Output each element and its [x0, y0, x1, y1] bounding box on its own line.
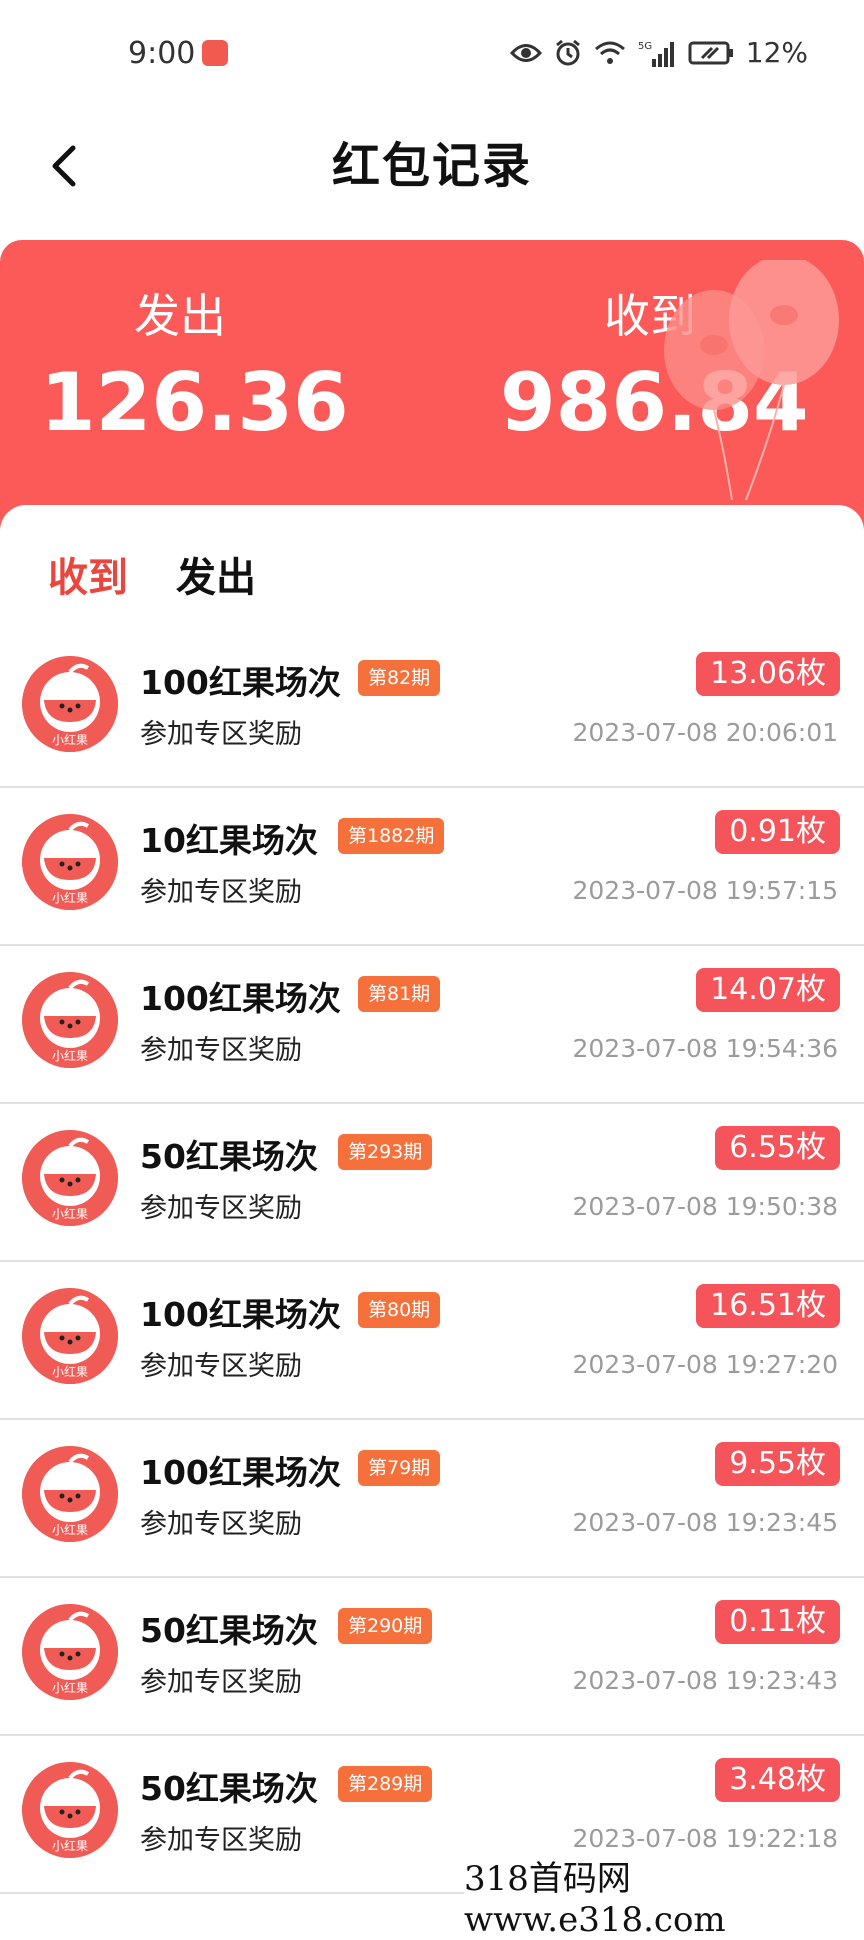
- watermelon-logo-icon: 小红果: [22, 1288, 118, 1384]
- amount-badge: 13.06枚: [696, 652, 840, 696]
- status-bar: 9:00 5G 12%: [0, 0, 864, 110]
- wifi-icon: [594, 41, 625, 64]
- avatar: 小红果: [22, 656, 118, 752]
- record-time: 2023-07-08 19:27:20: [572, 1350, 838, 1379]
- watermelon-logo-icon: 小红果: [22, 1604, 118, 1700]
- record-subtitle: 参加专区奖励: [140, 1351, 302, 1382]
- avatar-caption: 小红果: [52, 1364, 88, 1379]
- record-row[interactable]: 小红果 50红果场次 第290期 参加专区奖励 0.11枚 2023-07-08…: [0, 1578, 864, 1736]
- period-badge: 第293期: [338, 1134, 433, 1170]
- signal-icon: 5G: [638, 41, 674, 67]
- amount-badge: 16.51枚: [696, 1284, 840, 1328]
- avatar-caption: 小红果: [52, 1838, 88, 1853]
- avatar: 小红果: [22, 814, 118, 910]
- record-time: 2023-07-08 19:50:38: [572, 1192, 838, 1221]
- record-subtitle: 参加专区奖励: [140, 719, 302, 750]
- record-time: 2023-07-08 19:23:43: [572, 1666, 838, 1695]
- nav-bar: 红包记录: [0, 110, 864, 220]
- watermark: 318首码网 www.e318.com: [464, 1859, 864, 1940]
- record-time: 2023-07-08 19:54:36: [572, 1034, 838, 1063]
- record-time: 2023-07-08 20:06:01: [572, 718, 838, 747]
- sent-label: 发出: [134, 289, 226, 343]
- watermelon-logo-icon: 小红果: [22, 1130, 118, 1226]
- record-list: 小红果 100红果场次 第82期 参加专区奖励 13.06枚 2023-07-0…: [0, 630, 864, 1894]
- balloons-decoration: [664, 260, 839, 500]
- period-badge: 第79期: [358, 1450, 441, 1486]
- period-badge: 第289期: [338, 1766, 433, 1802]
- record-title: 50红果场次: [140, 1769, 318, 1808]
- tab-received[interactable]: 收到: [48, 545, 128, 603]
- watermelon-logo-icon: 小红果: [22, 814, 118, 910]
- record-panel: 收到 发出 小红果 100红果场次 第82期 参加专区奖励 13.06枚 202…: [0, 505, 864, 1920]
- record-subtitle: 参加专区奖励: [140, 1035, 302, 1066]
- record-time: 2023-07-08 19:57:15: [572, 876, 838, 905]
- alarm-icon: [555, 39, 580, 65]
- amount-badge: 0.91枚: [715, 810, 840, 854]
- period-badge: 第81期: [358, 976, 441, 1012]
- record-time: 2023-07-08 19:23:45: [572, 1508, 838, 1537]
- avatar: 小红果: [22, 1446, 118, 1542]
- record-row[interactable]: 小红果 50红果场次 第293期 参加专区奖励 6.55枚 2023-07-08…: [0, 1104, 864, 1262]
- record-row[interactable]: 小红果 100红果场次 第79期 参加专区奖励 9.55枚 2023-07-08…: [0, 1420, 864, 1578]
- record-subtitle: 参加专区奖励: [140, 877, 302, 908]
- record-time: 2023-07-08 19:22:18: [572, 1824, 838, 1853]
- period-badge: 第80期: [358, 1292, 441, 1328]
- record-row[interactable]: 小红果 100红果场次 第80期 参加专区奖励 16.51枚 2023-07-0…: [0, 1262, 864, 1420]
- record-title: 50红果场次: [140, 1611, 318, 1650]
- period-badge: 第290期: [338, 1608, 433, 1644]
- status-icons: 5G 12%: [509, 36, 808, 69]
- amount-badge: 0.11枚: [715, 1600, 840, 1644]
- amount-badge: 9.55枚: [715, 1442, 840, 1486]
- sent-value: 126.36: [40, 356, 349, 449]
- watermelon-logo-icon: 小红果: [22, 656, 118, 752]
- record-title: 10红果场次: [140, 821, 318, 860]
- record-row[interactable]: 小红果 10红果场次 第1882期 参加专区奖励 0.91枚 2023-07-0…: [0, 788, 864, 946]
- record-title: 100红果场次: [140, 979, 341, 1018]
- watermelon-logo-icon: 小红果: [22, 1446, 118, 1542]
- network-label: 5G: [638, 41, 652, 52]
- period-badge: 第1882期: [338, 818, 445, 854]
- avatar: 小红果: [22, 1762, 118, 1858]
- record-title: 100红果场次: [140, 663, 341, 702]
- record-subtitle: 参加专区奖励: [140, 1667, 302, 1698]
- battery-percent: 12%: [745, 36, 808, 69]
- amount-badge: 6.55枚: [715, 1126, 840, 1170]
- watermelon-logo-icon: 小红果: [22, 1762, 118, 1858]
- record-title: 100红果场次: [140, 1453, 341, 1492]
- record-subtitle: 参加专区奖励: [140, 1825, 302, 1856]
- avatar-caption: 小红果: [52, 1206, 88, 1221]
- watermelon-logo-icon: 小红果: [22, 972, 118, 1068]
- page-title: 红包记录: [331, 138, 532, 194]
- sent-summary: 发出 126.36: [40, 280, 349, 449]
- avatar-caption: 小红果: [52, 1522, 88, 1537]
- tab-bar: 收到 发出: [48, 545, 256, 603]
- avatar-caption: 小红果: [52, 1048, 88, 1063]
- record-subtitle: 参加专区奖励: [140, 1509, 302, 1540]
- avatar-caption: 小红果: [52, 1680, 88, 1695]
- avatar-caption: 小红果: [52, 732, 88, 747]
- record-subtitle: 参加专区奖励: [140, 1193, 302, 1224]
- record-row[interactable]: 小红果 100红果场次 第82期 参加专区奖励 13.06枚 2023-07-0…: [0, 630, 864, 788]
- avatar: 小红果: [22, 1130, 118, 1226]
- period-badge: 第82期: [358, 660, 441, 696]
- amount-badge: 14.07枚: [696, 968, 840, 1012]
- app-notification-icon: [202, 40, 228, 66]
- record-row[interactable]: 小红果 100红果场次 第81期 参加专区奖励 14.07枚 2023-07-0…: [0, 946, 864, 1104]
- avatar: 小红果: [22, 972, 118, 1068]
- tab-sent[interactable]: 发出: [176, 545, 256, 603]
- record-title: 50红果场次: [140, 1137, 318, 1176]
- summary-card: 发出 126.36 收到 986.84: [0, 240, 864, 530]
- status-time: 9:00: [128, 36, 196, 71]
- avatar-caption: 小红果: [52, 890, 88, 905]
- avatar: 小红果: [22, 1288, 118, 1384]
- amount-badge: 3.48枚: [715, 1758, 840, 1802]
- avatar: 小红果: [22, 1604, 118, 1700]
- battery-icon: [688, 41, 733, 64]
- record-title: 100红果场次: [140, 1295, 341, 1334]
- eye-icon: [509, 43, 542, 62]
